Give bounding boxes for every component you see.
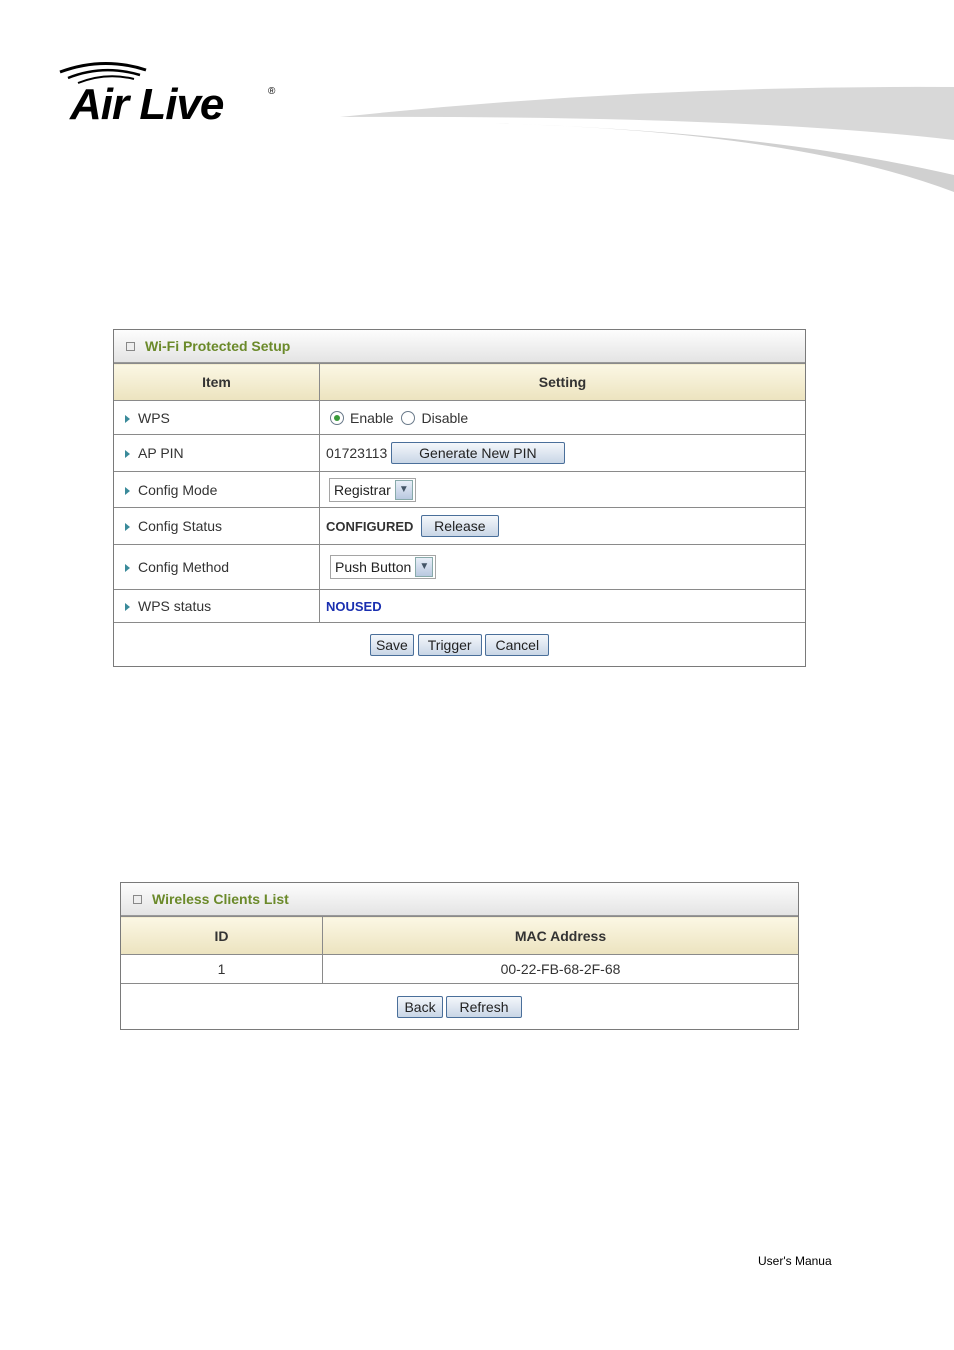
row-config-mode: Config Mode Registrar ▼ — [114, 471, 805, 508]
row-label: Config Method — [138, 559, 230, 575]
row-label: AP PIN — [138, 445, 184, 461]
clients-panel: Wireless Clients List ID MAC Address 1 00-… — [120, 882, 799, 1030]
arrow-icon — [125, 523, 130, 531]
wps-disable-radio[interactable] — [401, 410, 416, 425]
panel-title-text: Wireless Clients List — [152, 891, 289, 907]
footer-text: User's Manua — [758, 1254, 832, 1268]
row-label: Config Status — [138, 518, 223, 534]
row-config-method: Config Method Push Button ▼ — [114, 544, 805, 590]
release-button[interactable]: Release — [421, 515, 499, 537]
arrow-icon — [125, 603, 130, 611]
save-button[interactable]: Save — [369, 634, 414, 657]
trigger-button[interactable]: Trigger — [417, 634, 482, 657]
wps-status-value: NOUSED — [326, 599, 382, 614]
logo-text: Air Live — [70, 80, 224, 129]
panel-title-text: Wi-Fi Protected Setup — [145, 338, 291, 354]
config-method-select[interactable]: Push Button ▼ — [330, 555, 437, 579]
select-value: Push Button — [335, 559, 412, 575]
row-label: Config Mode — [138, 481, 218, 498]
cancel-button[interactable]: Cancel — [485, 634, 550, 657]
disable-label: Disable — [421, 409, 469, 426]
header-mac: MAC Address — [322, 916, 798, 955]
arrow-icon — [125, 450, 130, 458]
chevron-down-icon: ▼ — [415, 557, 434, 577]
client-mac: 00-22-FB-68-2F-68 — [322, 954, 798, 984]
square-bullet-icon — [126, 341, 135, 351]
wps-panel: Wi-Fi Protected Setup Item Setting WPS En… — [113, 329, 806, 668]
refresh-button[interactable]: Refresh — [446, 995, 522, 1018]
ap-pin-value: 01723113 — [326, 445, 388, 461]
back-button[interactable]: Back — [397, 995, 443, 1018]
config-status-value: CONFIGURED — [326, 519, 414, 534]
row-wps-status: WPS status NOUSED — [114, 589, 805, 623]
header-id: ID — [121, 916, 323, 955]
row-wps: WPS Enable Disable — [114, 400, 805, 435]
panel-title: Wireless Clients List — [121, 883, 798, 916]
header-setting: Setting — [319, 363, 805, 401]
client-id: 1 — [121, 954, 323, 984]
square-bullet-icon — [133, 894, 142, 904]
arrow-icon — [125, 486, 130, 495]
arrow-icon — [125, 414, 130, 423]
header-swoosh — [340, 86, 954, 192]
chevron-down-icon: ▼ — [394, 479, 413, 500]
header-item: Item — [114, 363, 320, 401]
table-row: 1 00-22-FB-68-2F-68 — [121, 954, 798, 984]
row-label: WPS — [138, 409, 170, 426]
config-mode-select[interactable]: Registrar ▼ — [329, 477, 416, 502]
generate-pin-button[interactable]: Generate New PIN — [391, 442, 565, 464]
enable-label: Enable — [350, 409, 394, 426]
row-ap-pin: AP PIN 01723113 Generate New PIN — [114, 434, 805, 472]
page: Air Live ® Wi-Fi Protected Setup Item Set… — [0, 0, 954, 1350]
registered-mark: ® — [268, 86, 276, 97]
arrow-icon — [125, 564, 130, 572]
row-config-status: Config Status CONFIGURED Release — [114, 507, 805, 545]
select-value: Registrar — [334, 481, 391, 498]
airlive-logo: Air Live ® — [58, 58, 283, 129]
panel-title: Wi-Fi Protected Setup — [114, 330, 805, 363]
row-label: WPS status — [138, 598, 212, 614]
wps-enable-radio[interactable] — [330, 410, 344, 425]
